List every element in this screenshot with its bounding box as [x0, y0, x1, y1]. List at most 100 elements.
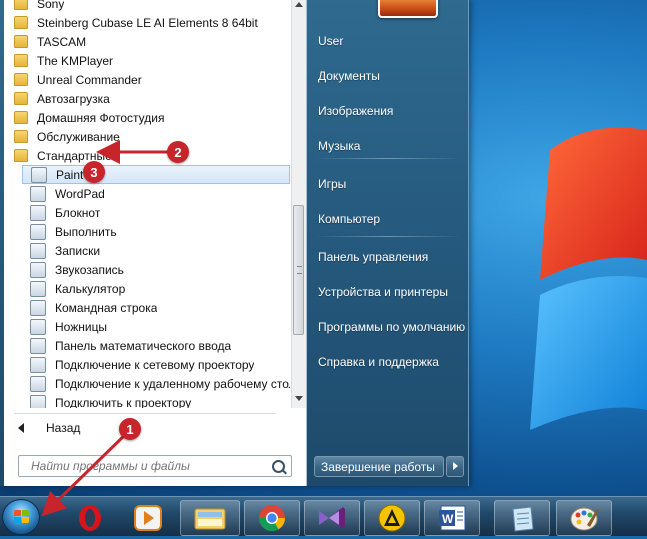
- program-item[interactable]: Домашняя Фотостудия: [4, 108, 290, 127]
- program-item[interactable]: Панель математического ввода: [4, 336, 290, 355]
- annotation-badge-3: 3: [83, 161, 105, 183]
- taskbar-visual-studio[interactable]: [304, 500, 360, 536]
- svg-text:W: W: [442, 512, 454, 526]
- right-pane-link[interactable]: Музыка: [318, 135, 360, 157]
- program-label: Выполнить: [55, 224, 117, 239]
- programs-scrollbar[interactable]: [291, 0, 306, 408]
- folder-icon: [14, 35, 28, 48]
- remote-desktop-icon: [30, 375, 46, 392]
- folder-icon: [14, 0, 28, 10]
- back-button[interactable]: Назад: [12, 418, 282, 438]
- right-pane-separator: [314, 236, 462, 237]
- scroll-thumb[interactable]: [293, 205, 304, 335]
- program-label: Домашняя Фотостудия: [37, 110, 165, 125]
- program-item[interactable]: Стандартные: [4, 146, 290, 165]
- program-item[interactable]: Подключение к сетевому проектору: [4, 355, 290, 374]
- calculator-icon: [30, 280, 46, 297]
- right-pane-link[interactable]: Программы по умолчанию: [318, 316, 465, 338]
- search-icon[interactable]: [272, 460, 285, 473]
- taskbar: W: [0, 496, 647, 536]
- program-label: Steinberg Cubase LE AI Elements 8 64bit: [37, 15, 258, 30]
- program-item[interactable]: Записки: [4, 241, 290, 260]
- paint-icon: [31, 166, 47, 183]
- scissors-icon: [30, 318, 46, 335]
- program-label: The KMPlayer: [37, 53, 114, 68]
- program-item[interactable]: Обслуживание: [4, 127, 290, 146]
- program-label: WordPad: [55, 186, 105, 201]
- shutdown-label: Завершение работы: [321, 459, 435, 474]
- windows-flag-icon: [14, 510, 30, 524]
- program-item[interactable]: The KMPlayer: [4, 51, 290, 70]
- all-programs-list: Sony Steinberg Cubase LE AI Elements 8 64…: [4, 0, 290, 408]
- program-item[interactable]: Командная строка: [4, 298, 290, 317]
- visual-studio-icon: [319, 507, 345, 529]
- program-item[interactable]: TASCAM: [4, 32, 290, 51]
- projector-icon: [30, 394, 46, 408]
- menu-divider: [14, 413, 276, 414]
- shutdown-button[interactable]: Завершение работы: [314, 456, 444, 477]
- windows-logo-wallpaper: [530, 127, 647, 430]
- taskbar-opera[interactable]: [62, 500, 118, 536]
- folder-icon: [14, 130, 28, 143]
- program-label: Unreal Commander: [37, 72, 142, 87]
- right-pane-link[interactable]: User: [318, 30, 343, 52]
- program-label: TASCAM: [37, 34, 87, 49]
- right-pane-link[interactable]: Компьютер: [318, 208, 380, 230]
- program-item[interactable]: Выполнить: [4, 222, 290, 241]
- search-input[interactable]: [19, 458, 263, 474]
- taskbar-media-player[interactable]: [120, 500, 176, 536]
- folder-icon: [14, 111, 28, 124]
- program-label: Подключение к удаленному рабочему стол: [55, 376, 290, 391]
- annotation-badge-1: 1: [119, 418, 141, 440]
- right-pane-link[interactable]: Игры: [318, 173, 346, 195]
- sticky-notes-icon: [30, 242, 46, 259]
- program-label: Sony: [37, 0, 65, 11]
- user-avatar[interactable]: [378, 0, 438, 18]
- right-pane-link[interactable]: Панель управления: [318, 246, 428, 268]
- program-item[interactable]: Ножницы: [4, 317, 290, 336]
- math-input-icon: [30, 337, 46, 354]
- program-item[interactable]: Unreal Commander: [4, 70, 290, 89]
- notepad-icon: [30, 204, 46, 221]
- program-item[interactable]: Steinberg Cubase LE AI Elements 8 64bit: [4, 13, 290, 32]
- annotation-badge-2: 2: [167, 141, 189, 163]
- scroll-up-icon[interactable]: [295, 2, 303, 7]
- right-pane-link[interactable]: Устройства и принтеры: [318, 281, 448, 303]
- start-button[interactable]: [2, 499, 40, 535]
- search-box[interactable]: [18, 455, 292, 477]
- taskbar-aimp[interactable]: [364, 500, 420, 536]
- program-label: Подключение к сетевому проектору: [55, 357, 255, 372]
- wordpad-icon: [30, 185, 46, 202]
- program-item[interactable]: Калькулятор: [4, 279, 290, 298]
- program-item[interactable]: Автозагрузка: [4, 89, 290, 108]
- opera-icon: [79, 505, 101, 531]
- taskbar-chrome[interactable]: [244, 500, 300, 536]
- program-item[interactable]: WordPad: [4, 184, 290, 203]
- media-player-icon: [134, 505, 162, 531]
- programs-pane: Sony Steinberg Cubase LE AI Elements 8 64…: [4, 0, 307, 486]
- program-item[interactable]: Подключить к проектору: [4, 393, 290, 408]
- program-label: Блокнот: [55, 205, 101, 220]
- scroll-grip-icon: [297, 266, 302, 274]
- microphone-icon: [30, 261, 46, 278]
- taskbar-file-explorer[interactable]: [180, 500, 240, 536]
- program-item[interactable]: Подключение к удаленному рабочему стол: [4, 374, 290, 393]
- run-icon: [30, 223, 46, 240]
- taskbar-paint[interactable]: [556, 500, 612, 536]
- taskbar-notepad[interactable]: [494, 500, 550, 536]
- program-item[interactable]: Блокнот: [4, 203, 290, 222]
- scroll-down-icon[interactable]: [295, 396, 303, 401]
- right-pane-link[interactable]: Документы: [318, 65, 380, 87]
- taskbar-word[interactable]: W: [424, 500, 480, 536]
- right-pane-link[interactable]: Справка и поддержка: [318, 351, 439, 373]
- command-prompt-icon: [30, 299, 46, 316]
- back-arrow-icon: [18, 423, 24, 433]
- shutdown-options-arrow-icon[interactable]: [446, 456, 464, 477]
- program-item[interactable]: Paint: [22, 165, 290, 184]
- right-pane-link[interactable]: Изображения: [318, 100, 393, 122]
- folder-icon: [14, 149, 28, 162]
- chrome-icon: [258, 505, 286, 532]
- folder-icon: [14, 73, 28, 86]
- program-item[interactable]: Звукозапись: [4, 260, 290, 279]
- program-item[interactable]: Sony: [4, 0, 290, 13]
